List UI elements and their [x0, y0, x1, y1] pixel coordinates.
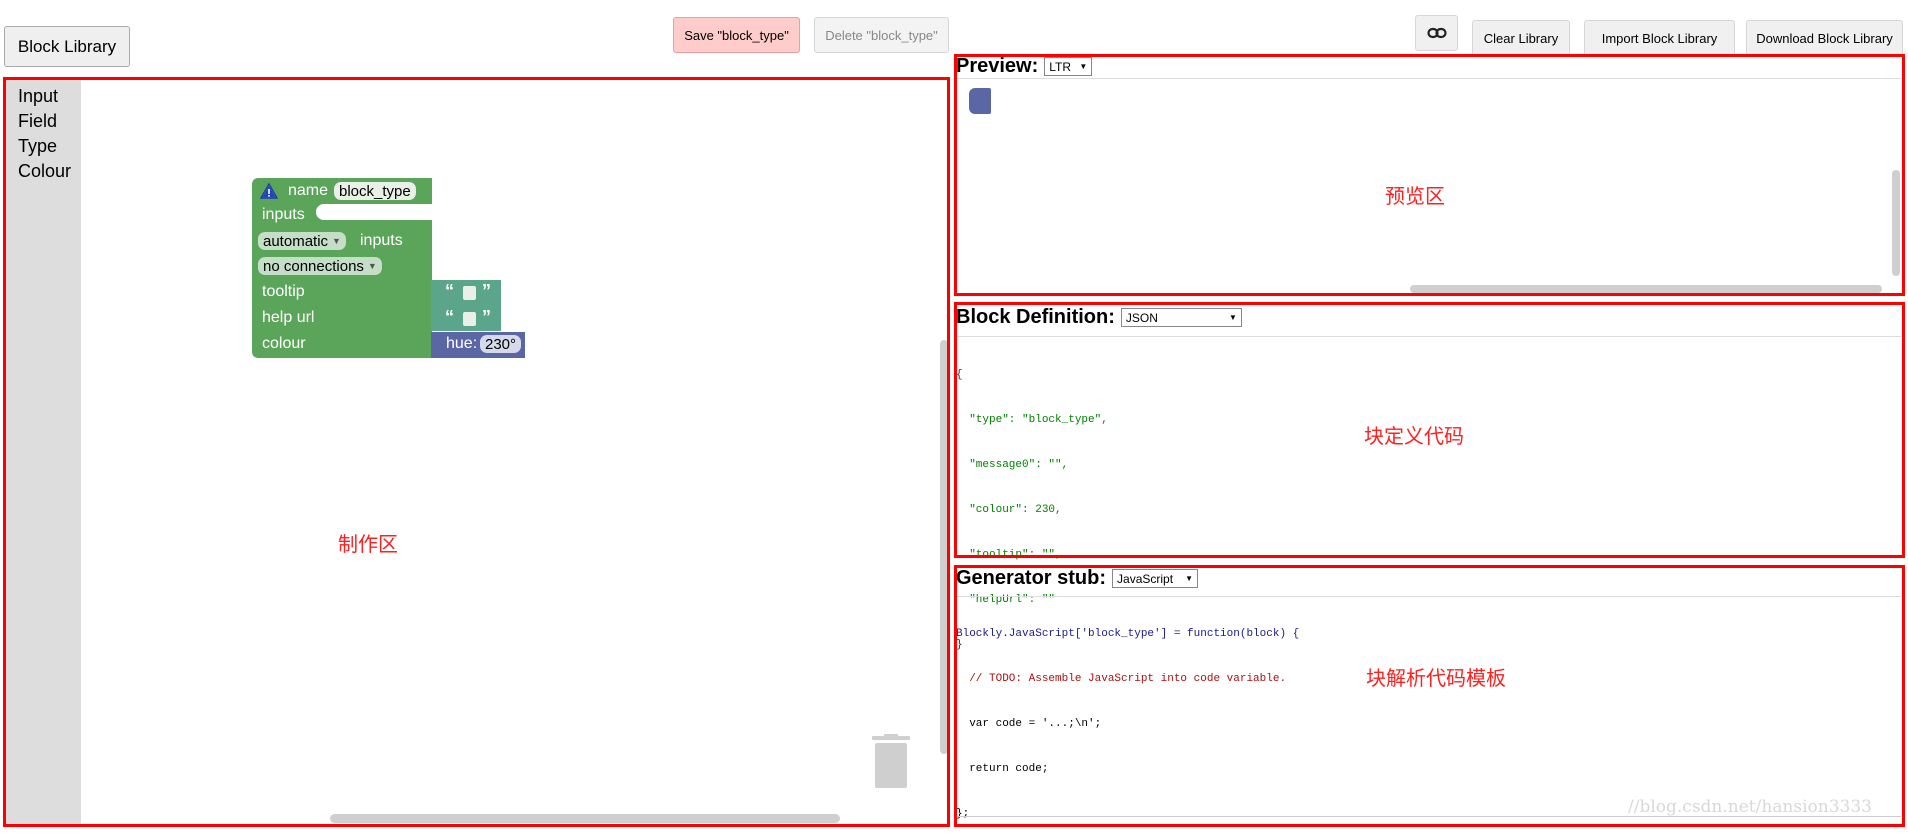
generator-outline [954, 565, 1905, 827]
link-button[interactable] [1415, 15, 1458, 51]
delete-block-button[interactable]: Delete "block_type" [814, 17, 949, 53]
workspace-outline [3, 77, 950, 827]
definition-outline [954, 302, 1905, 558]
link-icon [1426, 27, 1447, 39]
clear-library-button[interactable]: Clear Library [1472, 20, 1570, 57]
block-library-button[interactable]: Block Library [4, 26, 130, 67]
watermark: //blog.csdn.net/hansion3333 [1628, 797, 1872, 817]
import-library-button[interactable]: Import Block Library [1584, 20, 1735, 57]
download-library-button[interactable]: Download Block Library [1746, 20, 1903, 57]
save-block-button[interactable]: Save "block_type" [673, 17, 800, 53]
preview-outline [954, 54, 1905, 296]
